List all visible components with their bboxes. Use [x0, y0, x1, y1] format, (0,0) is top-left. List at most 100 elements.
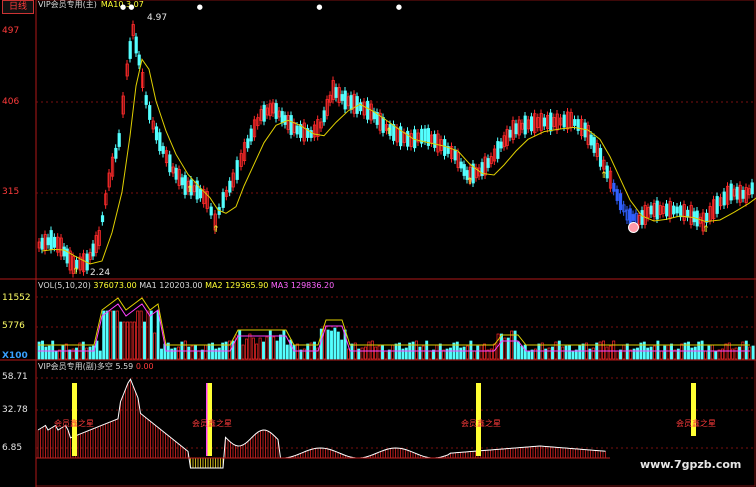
volume-bar [384, 350, 388, 360]
volume-bar [459, 347, 463, 360]
volume-bar [663, 345, 667, 360]
volume-bar [115, 310, 119, 360]
smiley-icon [628, 222, 639, 233]
candle-body [618, 193, 623, 211]
volume-bar [377, 345, 381, 360]
candle-body [366, 100, 370, 120]
up-arrow-marker-5: ⇑ [600, 171, 608, 181]
candle-body [523, 115, 527, 135]
main-formula-label: VIP会员专用(主) [38, 0, 97, 9]
volume-bar [251, 337, 255, 360]
candle-body [592, 137, 596, 153]
low-label: 2.24 [90, 268, 111, 278]
ma3-value: 129836.20 [290, 281, 335, 290]
candle-body [443, 139, 447, 156]
volume-bar [197, 350, 201, 360]
candle-body [174, 167, 178, 180]
volume-bar [109, 310, 112, 360]
candle-body [615, 189, 619, 201]
chart-canvas[interactable]: ⇑ ⇑ ⇑ ⇑ ⇑ ⇑ ⇑ [0, 0, 756, 487]
candle-body [148, 105, 152, 120]
volume-bar [415, 340, 418, 360]
volume-bar [279, 334, 282, 360]
candle-body [692, 211, 696, 223]
volume-bar [751, 345, 755, 360]
volume-bar [622, 344, 626, 360]
signal-label-2: 会员鑫之星 [192, 419, 232, 428]
volume-bar [156, 310, 160, 360]
volume-bar [520, 345, 524, 360]
candle-body [715, 196, 719, 214]
volume-bar [571, 350, 575, 360]
volume-bar [646, 347, 650, 360]
ma2-value: 129365.90 [225, 281, 269, 290]
volume-bar [421, 345, 425, 360]
candle-body [158, 132, 162, 152]
candle-body [49, 230, 53, 250]
candle-body [655, 200, 659, 220]
signal-label-1: 会员鑫之星 [54, 419, 94, 428]
volume-bar [336, 331, 340, 360]
volume-bar [190, 345, 194, 360]
volume-bar [479, 344, 483, 360]
indicator-value-2: 0.00 [135, 362, 154, 371]
volume-bar [126, 321, 129, 360]
candle-body [640, 210, 644, 225]
volume-bar [75, 347, 78, 360]
candle-body [486, 158, 490, 168]
volume-bar [177, 346, 180, 360]
volume-bar [734, 347, 738, 360]
volume-bar [47, 345, 51, 360]
ma3-label: MA3 [270, 281, 289, 290]
high-label: 4.97 [147, 13, 168, 23]
volume-bar [160, 348, 163, 360]
candle-body [433, 134, 437, 148]
price-tick-497: 497 [2, 26, 20, 36]
volume-bar [258, 337, 262, 360]
volume-bar [340, 339, 344, 360]
candle-body [334, 87, 338, 98]
volume-bar [469, 340, 473, 360]
candle-body [144, 95, 148, 105]
volume-bar [85, 347, 89, 360]
volume-bar [330, 330, 333, 360]
stock-chart-window: ⇑ ⇑ ⇑ ⇑ ⇑ ⇑ ⇑ 日线 VIP会员专用(主) MA10 3.07 ● ● ● ● ●… [0, 0, 756, 487]
volume-bar [605, 346, 609, 360]
candle-body [40, 237, 44, 250]
ma10-line [41, 58, 756, 265]
signal-label-4: 会员鑫之星 [676, 419, 716, 428]
volume-bar [282, 329, 286, 360]
price-tick-315: 315 [2, 187, 20, 197]
period-tab-daily[interactable]: 日线 [2, 0, 34, 14]
volume-bar [710, 344, 714, 360]
up-arrow-marker-0: ⇑ [72, 267, 80, 277]
volume-bar [449, 347, 452, 360]
volume-bar [102, 310, 106, 360]
signal-label-3: 会员鑫之星 [461, 419, 501, 428]
volume-bar [347, 348, 350, 360]
volume-bar [404, 347, 408, 360]
volume-bar [139, 310, 143, 360]
candle-body [423, 128, 427, 142]
volume-bar [568, 344, 571, 360]
volume-bar [602, 340, 605, 360]
candle-body [283, 115, 287, 125]
volume-bar [370, 340, 374, 360]
volume-tick-5776: 5776 [2, 321, 25, 331]
volume-bar [149, 310, 153, 360]
candle-body [729, 183, 733, 201]
candle-body [665, 203, 669, 217]
volume-bar [744, 340, 748, 360]
candle-body [228, 180, 232, 193]
volume-bar [425, 340, 429, 360]
indicator-legend-label: 多空 [96, 362, 113, 371]
volume-bar [738, 346, 741, 360]
candle-body [235, 160, 239, 180]
volume-bar [700, 340, 704, 360]
volume-bar [557, 340, 561, 360]
volume-bar [61, 344, 65, 360]
up-arrow-marker-3: ⇑ [385, 127, 393, 137]
candle-body [514, 123, 518, 135]
volume-bar [707, 345, 711, 360]
candle-body [496, 141, 500, 159]
